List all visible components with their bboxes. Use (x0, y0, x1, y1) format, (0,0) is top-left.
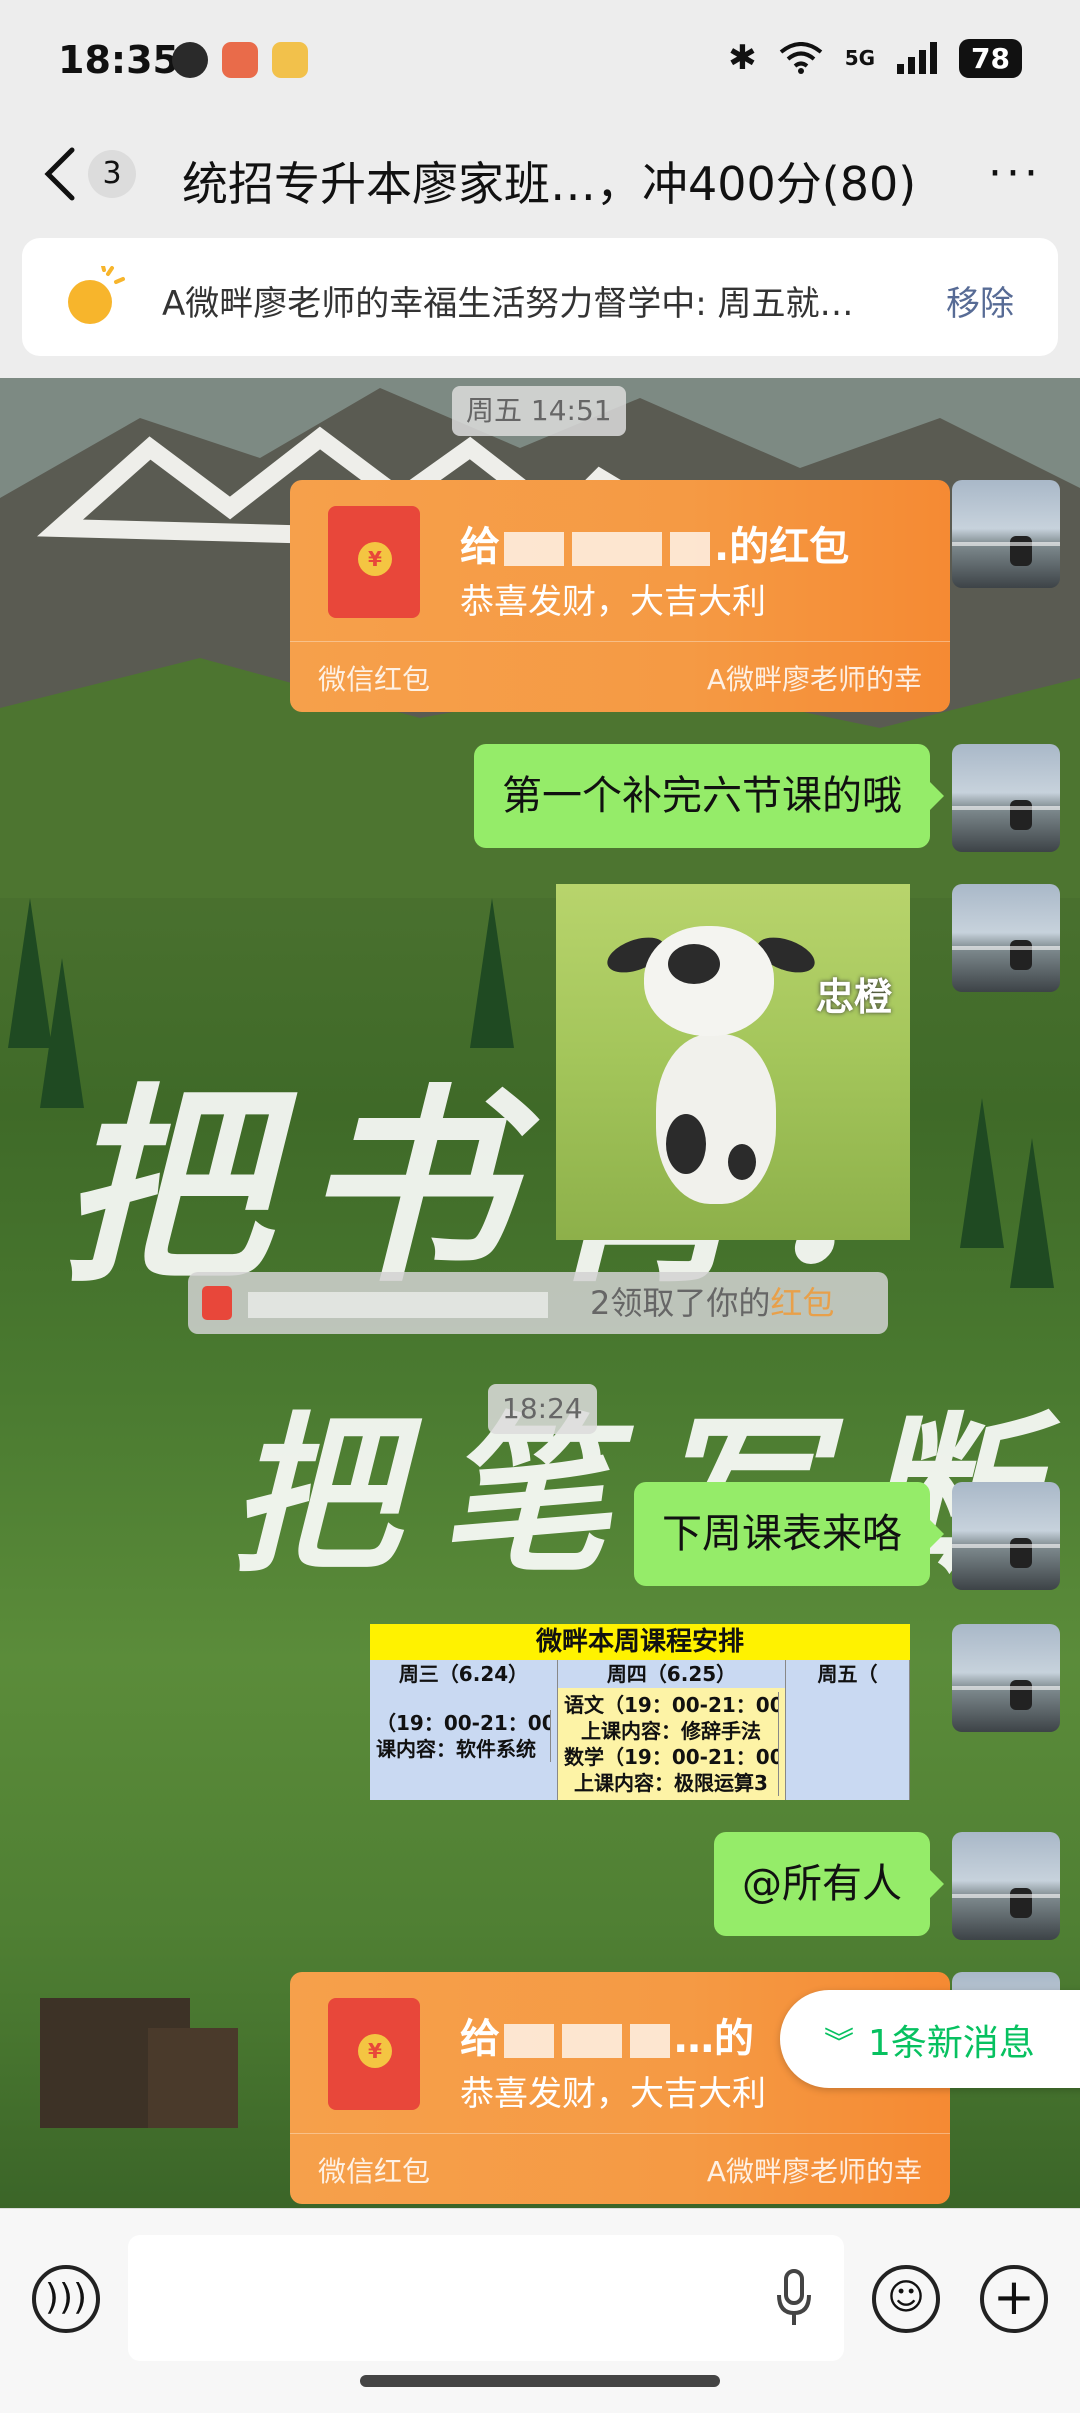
status-bar: 18:35 ✱ 5G 78 (0, 0, 1080, 120)
cabin (148, 2028, 238, 2128)
chat-header: 3 统招专升本廖家班…，冲400分(80) ··· (0, 120, 1080, 230)
chat-title: 统招专升本廖家班…，冲400分(80) (182, 157, 917, 211)
red-packet-sender: A微畔廖老师的幸 (706, 663, 922, 696)
sticker-label: 忠橙 (816, 975, 893, 1019)
red-packet-link[interactable]: 红包 (770, 1284, 834, 1322)
message-bubble[interactable]: 第一个补完六节课的哦 (474, 744, 944, 848)
message-bubble[interactable]: 下周课表来咯 (634, 1482, 944, 1586)
cellular-signal: 5G (844, 46, 876, 70)
red-packet-brand: 微信红包 (318, 663, 431, 696)
schedule-title: 微畔本周课程安排 (370, 1624, 910, 1660)
red-packet-icon: ¥ (328, 1998, 420, 2110)
unread-count-badge[interactable]: 3 (88, 150, 136, 198)
avatar[interactable] (952, 884, 1060, 992)
red-packet-message[interactable]: ¥ 给 .的红包 恭喜发财，大吉大利 微信红包 A微畔廖老师的幸 (290, 480, 950, 712)
status-right: ✱ 5G 78 (728, 38, 1022, 78)
pinned-text: A微畔廖老师的幸福生活努力督学中: 周五就… (162, 284, 854, 324)
wifi-icon (779, 42, 822, 74)
red-packet-sender: A微畔廖老师的幸 (706, 2155, 922, 2188)
payment-notification-icon (222, 42, 258, 78)
avatar[interactable] (952, 1832, 1060, 1940)
tree (960, 1098, 1004, 1248)
avatar[interactable] (952, 480, 1060, 588)
notification-icons (172, 42, 308, 78)
message-input[interactable] (128, 2235, 844, 2361)
red-packet-icon: ¥ (328, 506, 420, 618)
remove-pin-button[interactable]: 移除 (946, 276, 1014, 325)
mic-icon[interactable] (776, 2269, 812, 2329)
back-chevron-icon[interactable] (42, 146, 78, 202)
chat-area[interactable]: 把书背! 把笔写断 周五 14:51 ¥ 给.的红包 恭喜发财，大吉大利 微信红… (0, 378, 1080, 2208)
more-icon[interactable]: ··· (988, 148, 1042, 199)
red-packet-mini-icon (202, 1286, 232, 1320)
status-time: 18:35 (58, 38, 179, 82)
timestamp: 周五 14:51 (452, 386, 626, 436)
double-chevron-down-icon: ︾ (824, 2026, 854, 2061)
timestamp: 18:24 (488, 1384, 597, 1434)
red-packet-wish: 恭喜发财，大吉大利 (460, 582, 766, 622)
red-packet-wish: 恭喜发财，大吉大利 (460, 2074, 766, 2114)
schedule-image[interactable]: 微畔本周课程安排 周三（6.24） 周四（6.25） 周五（ （19：00-21… (370, 1624, 910, 1800)
bluetooth-icon: ✱ (728, 38, 757, 78)
wechat-notification-icon (172, 42, 208, 78)
red-packet-title: 给 …的 (460, 2016, 754, 2062)
avatar[interactable] (952, 744, 1060, 852)
red-packet-brand: 微信红包 (318, 2155, 431, 2188)
notes-notification-icon (272, 42, 308, 78)
emoji-icon[interactable]: ☺ (872, 2265, 940, 2333)
pinned-announcement[interactable]: A微畔廖老师的幸福生活努力督学中: 周五就… 移除 (22, 238, 1058, 356)
tree (1010, 1138, 1054, 1288)
input-bar: ))) ☺ + (0, 2208, 1080, 2413)
signal-bars-icon (897, 42, 938, 74)
plus-icon[interactable]: + (980, 2265, 1048, 2333)
message-bubble[interactable]: @所有人 (714, 1832, 944, 1936)
avatar[interactable] (952, 1624, 1060, 1732)
voice-icon[interactable]: ))) (32, 2265, 100, 2333)
new-messages-button[interactable]: ︾ 1条新消息 (780, 1990, 1080, 2088)
battery-level: 78 (959, 38, 1022, 78)
cow-sticker[interactable]: 忠橙 (556, 884, 910, 1240)
system-note: 2领取了你的红包 (188, 1272, 888, 1334)
new-messages-label: 1条新消息 (868, 2023, 1035, 2064)
speaker-icon (68, 266, 125, 324)
avatar[interactable] (952, 1482, 1060, 1590)
red-packet-title: 给 .的红包 (460, 524, 850, 570)
home-indicator (360, 2375, 720, 2387)
